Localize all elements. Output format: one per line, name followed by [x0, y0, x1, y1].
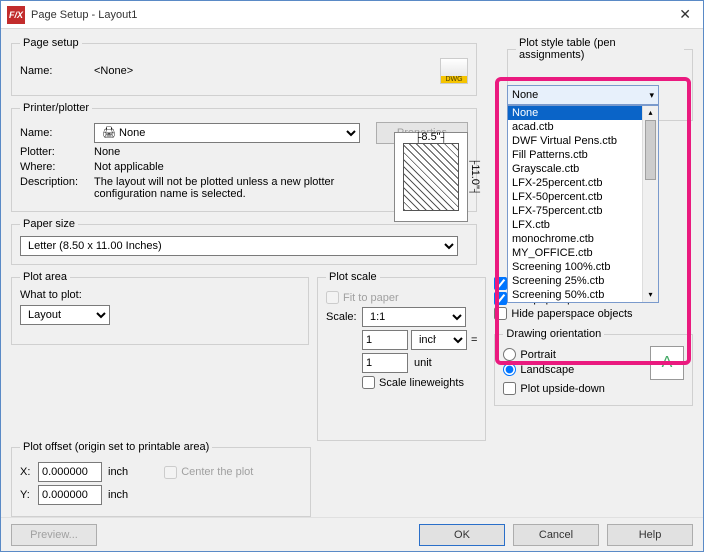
- orientation-legend: Drawing orientation: [503, 328, 604, 340]
- scale-lineweights-check[interactable]: Scale lineweights: [362, 376, 477, 389]
- dialog-button-row: Preview... OK Cancel Help: [1, 517, 703, 551]
- x-unit: inch: [108, 466, 128, 478]
- preview-button: Preview...: [11, 524, 97, 546]
- y-label: Y:: [20, 489, 38, 501]
- plot-style-item[interactable]: LFX-75percent.ctb: [508, 204, 658, 218]
- paper-size-group: Paper size Letter (8.50 x 11.00 Inches): [11, 218, 477, 265]
- x-label: X:: [20, 466, 38, 478]
- portrait-radio[interactable]: Portrait: [503, 348, 650, 361]
- hide-paperspace-check[interactable]: Hide paperspace objects: [494, 307, 693, 320]
- scale-denominator-input[interactable]: [362, 353, 408, 373]
- plot-style-legend: Plot style table (pen assignments): [516, 37, 684, 61]
- y-unit: inch: [108, 489, 128, 501]
- desc-label: Description:: [20, 176, 94, 188]
- printer-name-select[interactable]: 🖨 None: [94, 123, 360, 143]
- scale-select[interactable]: 1:1: [362, 307, 466, 327]
- unit-label: unit: [414, 357, 432, 369]
- fit-to-paper-check: Fit to paper: [326, 291, 477, 304]
- dwg-icon[interactable]: [440, 58, 468, 84]
- plotter-value: None: [94, 146, 120, 158]
- plot-style-item[interactable]: None: [508, 106, 658, 120]
- window-title: Page Setup - Layout1: [31, 9, 673, 21]
- scroll-down-icon[interactable]: ▾: [643, 288, 658, 302]
- close-icon[interactable]: ✕: [673, 6, 697, 23]
- plot-area-legend: Plot area: [20, 271, 70, 283]
- paper-dim-height: ├11.0"┤: [469, 133, 481, 221]
- paper-size-select[interactable]: Letter (8.50 x 11.00 Inches): [20, 236, 458, 256]
- what-to-plot-select[interactable]: Layout: [20, 305, 110, 325]
- plot-style-item[interactable]: LFX-25percent.ctb: [508, 176, 658, 190]
- page-setup-group: Page setup Name: <None>: [11, 37, 477, 96]
- plot-scale-legend: Plot scale: [326, 271, 380, 283]
- equals-label: =: [471, 334, 477, 346]
- center-plot-check: Center the plot: [164, 466, 253, 479]
- cancel-button[interactable]: Cancel: [513, 524, 599, 546]
- plot-style-item[interactable]: LFX.ctb: [508, 218, 658, 232]
- scale-unit-select[interactable]: inches: [411, 330, 467, 350]
- what-to-plot-label: What to plot:: [20, 289, 300, 301]
- printer-legend: Printer/plotter: [20, 102, 92, 114]
- plot-style-item[interactable]: Screening 100%.ctb: [508, 260, 658, 274]
- plot-style-item[interactable]: Fill Patterns.ctb: [508, 148, 658, 162]
- printer-name-label: Name:: [20, 127, 94, 139]
- printer-plotter-group: Printer/plotter Name: 🖨 None Properties …: [11, 102, 477, 212]
- plot-style-item[interactable]: DWF Virtual Pens.ctb: [508, 134, 658, 148]
- plot-style-list[interactable]: None acad.ctb DWF Virtual Pens.ctb Fill …: [507, 105, 659, 303]
- landscape-radio[interactable]: Landscape: [503, 363, 650, 376]
- plot-style-item[interactable]: LFX-50percent.ctb: [508, 190, 658, 204]
- paper-legend: Paper size: [20, 218, 78, 230]
- chevron-down-icon: ▾: [649, 90, 654, 101]
- plot-scale-group: Plot scale Fit to paper Scale: 1:1 inche…: [317, 271, 486, 441]
- scale-numerator-input[interactable]: [362, 330, 408, 350]
- plot-style-item[interactable]: monochrome.ctb: [508, 232, 658, 246]
- where-label: Where:: [20, 161, 94, 173]
- scale-label: Scale:: [326, 311, 362, 323]
- where-value: Not applicable: [94, 161, 164, 173]
- page-setup-dialog: F/X Page Setup - Layout1 ✕ Page setup Na…: [0, 0, 704, 552]
- scroll-thumb[interactable]: [645, 120, 656, 180]
- titlebar: F/X Page Setup - Layout1 ✕: [1, 1, 703, 29]
- help-button[interactable]: Help: [607, 524, 693, 546]
- orientation-icon: A: [650, 346, 684, 380]
- plot-offset-legend: Plot offset (origin set to printable are…: [20, 441, 212, 453]
- plot-area-group: Plot area What to plot: Layout: [11, 271, 309, 345]
- orientation-group: Drawing orientation Portrait Landscape A…: [494, 328, 693, 406]
- app-icon: F/X: [7, 6, 25, 24]
- plot-style-combo[interactable]: None ▾ None acad.ctb DWF Virtual Pens.ct…: [507, 85, 693, 303]
- combo-scrollbar[interactable]: ▴ ▾: [642, 106, 658, 302]
- plot-style-combo-button[interactable]: None ▾: [507, 85, 659, 105]
- plot-offset-group: Plot offset (origin set to printable are…: [11, 441, 311, 517]
- page-setup-name-value: <None>: [94, 65, 133, 77]
- plot-style-selected: None: [512, 89, 538, 101]
- plot-style-item[interactable]: MY_OFFICE.ctb: [508, 246, 658, 260]
- y-input[interactable]: [38, 485, 102, 505]
- paper-dim-width: ├8.5"┤: [395, 131, 467, 143]
- desc-value: The layout will not be plotted unless a …: [94, 176, 364, 200]
- page-setup-legend: Page setup: [20, 37, 82, 49]
- plot-style-item[interactable]: acad.ctb: [508, 120, 658, 134]
- paper-preview: ├8.5"┤ ├11.0"┤: [394, 132, 468, 222]
- x-input[interactable]: [38, 462, 102, 482]
- plot-style-item[interactable]: Screening 25%.ctb: [508, 274, 658, 288]
- page-setup-name-label: Name:: [20, 65, 94, 77]
- scroll-up-icon[interactable]: ▴: [643, 106, 658, 120]
- ok-button[interactable]: OK: [419, 524, 505, 546]
- plot-style-item[interactable]: Screening 50%.ctb: [508, 288, 658, 302]
- plotter-label: Plotter:: [20, 146, 94, 158]
- upside-down-check[interactable]: Plot upside-down: [503, 382, 684, 395]
- plot-style-item[interactable]: Grayscale.ctb: [508, 162, 658, 176]
